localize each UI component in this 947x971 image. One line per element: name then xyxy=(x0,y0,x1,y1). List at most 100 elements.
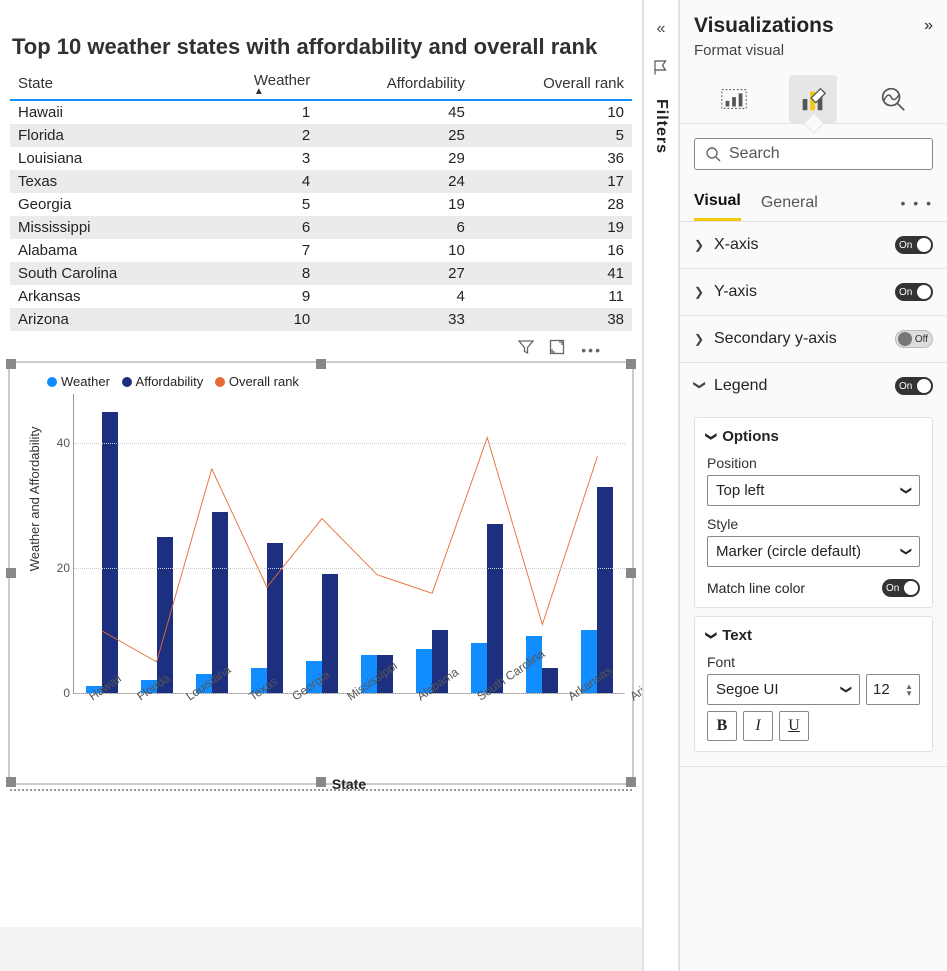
expand-chevron-icon[interactable]: » xyxy=(924,17,933,35)
toggle-match-line-color[interactable]: On xyxy=(882,579,920,597)
acc-secondary-yaxis[interactable]: ❯ Secondary y-axis Off xyxy=(680,316,947,362)
table-row[interactable]: Hawaii14510 xyxy=(10,100,632,124)
more-options-icon[interactable]: ••• xyxy=(581,342,602,358)
analytics-tab-icon[interactable] xyxy=(869,75,917,123)
search-input[interactable]: Search xyxy=(694,138,933,170)
table-cell: Arkansas xyxy=(10,285,199,308)
table-cell: 11 xyxy=(473,285,632,308)
table-row[interactable]: Georgia51928 xyxy=(10,193,632,216)
table-row[interactable]: Arkansas9411 xyxy=(10,285,632,308)
column-header[interactable]: Weather▲ xyxy=(199,68,318,100)
report-title: Top 10 weather states with affordability… xyxy=(12,34,632,60)
spinner-down-icon[interactable]: ▼ xyxy=(905,690,913,697)
toggle-xaxis[interactable]: On xyxy=(895,236,933,254)
build-visual-tab-icon[interactable] xyxy=(710,75,758,123)
resize-handle[interactable] xyxy=(6,568,16,578)
legend-item-weather[interactable]: Weather xyxy=(47,374,110,389)
bookmark-icon[interactable] xyxy=(652,58,670,79)
chevron-right-icon: ❯ xyxy=(694,332,706,346)
table-cell: 2 xyxy=(199,124,318,147)
bar-group[interactable] xyxy=(405,394,460,693)
tab-visual[interactable]: Visual xyxy=(694,184,741,221)
bar-group[interactable] xyxy=(294,394,349,693)
toggle-legend[interactable]: On xyxy=(895,377,933,395)
position-label: Position xyxy=(707,455,920,471)
table-cell: 24 xyxy=(318,170,473,193)
table-cell: 16 xyxy=(473,239,632,262)
match-line-color-label: Match line color xyxy=(707,580,805,596)
resize-handle[interactable] xyxy=(626,568,636,578)
style-select[interactable]: Marker (circle default) ❯ xyxy=(707,536,920,567)
bar-group[interactable] xyxy=(184,394,239,693)
table-cell: 29 xyxy=(318,147,473,170)
table-cell: 45 xyxy=(318,100,473,124)
toggle-yaxis[interactable]: On xyxy=(895,283,933,301)
sort-asc-icon: ▲ xyxy=(207,89,310,95)
tab-general[interactable]: General xyxy=(761,186,818,220)
italic-button[interactable]: I xyxy=(743,711,773,741)
chevron-down-icon: ❯ xyxy=(693,380,707,392)
table-row[interactable]: Mississippi6619 xyxy=(10,216,632,239)
filters-label[interactable]: Filters xyxy=(652,99,670,154)
bar-group[interactable] xyxy=(239,394,294,693)
tab-more-icon[interactable]: • • • xyxy=(901,195,933,211)
acc-legend[interactable]: ❯ Legend On xyxy=(680,363,947,409)
table-row[interactable]: Texas42417 xyxy=(10,170,632,193)
bar-group[interactable] xyxy=(129,394,184,693)
acc-yaxis[interactable]: ❯ Y-axis On xyxy=(680,269,947,315)
bar-affordability[interactable] xyxy=(102,412,118,692)
bar-group[interactable] xyxy=(349,394,404,693)
column-header[interactable]: Affordability xyxy=(318,68,473,100)
bold-button[interactable]: B xyxy=(707,711,737,741)
table-row[interactable]: Florida2255 xyxy=(10,124,632,147)
column-header[interactable]: Overall rank xyxy=(473,68,632,100)
resize-handle[interactable] xyxy=(6,777,16,787)
acc-xaxis[interactable]: ❯ X-axis On xyxy=(680,222,947,268)
y-axis-title: Weather and Affordability xyxy=(27,426,42,571)
table-cell: 5 xyxy=(473,124,632,147)
table-cell: 8 xyxy=(199,262,318,285)
column-header[interactable]: State xyxy=(10,68,199,100)
table-cell: 1 xyxy=(199,100,318,124)
table-row[interactable]: South Carolina82741 xyxy=(10,262,632,285)
table-cell: Hawaii xyxy=(10,100,199,124)
x-axis-title: State xyxy=(73,776,625,792)
bar-group[interactable] xyxy=(570,394,625,693)
combo-chart-visual[interactable]: Weather Affordability Overall rank Weath… xyxy=(10,363,632,783)
table-cell: 27 xyxy=(318,262,473,285)
bar-group[interactable] xyxy=(460,394,515,693)
table-cell: 17 xyxy=(473,170,632,193)
chevron-down-icon: ❯ xyxy=(900,547,913,556)
table-row[interactable]: Alabama71016 xyxy=(10,239,632,262)
resize-handle[interactable] xyxy=(626,777,636,787)
underline-button[interactable]: U xyxy=(779,711,809,741)
chevron-down-icon: ❯ xyxy=(840,685,853,694)
table-cell: 19 xyxy=(318,193,473,216)
data-table[interactable]: StateWeather▲AffordabilityOverall rank H… xyxy=(10,68,632,331)
legend-item-affordability[interactable]: Affordability xyxy=(122,374,204,389)
resize-handle[interactable] xyxy=(626,359,636,369)
collapse-chevron-icon[interactable]: « xyxy=(657,20,666,38)
table-cell: 5 xyxy=(199,193,318,216)
table-cell: Texas xyxy=(10,170,199,193)
bar-group[interactable] xyxy=(515,394,570,693)
search-icon xyxy=(705,146,721,162)
table-row[interactable]: Arizona103338 xyxy=(10,308,632,331)
table-cell: 6 xyxy=(318,216,473,239)
subcard-text[interactable]: ❯ Text xyxy=(707,627,920,644)
position-select[interactable]: Top left ❯ xyxy=(707,475,920,506)
table-cell: Georgia xyxy=(10,193,199,216)
toggle-secondary-yaxis[interactable]: Off xyxy=(895,330,933,348)
focus-mode-icon[interactable] xyxy=(549,339,565,358)
resize-handle[interactable] xyxy=(6,359,16,369)
pane-subtitle: Format visual xyxy=(680,42,947,69)
font-family-select[interactable]: Segoe UI ❯ xyxy=(707,674,860,705)
style-label: Style xyxy=(707,516,920,532)
filter-icon[interactable] xyxy=(518,339,534,358)
bar-group[interactable] xyxy=(74,394,129,693)
resize-handle[interactable] xyxy=(316,359,326,369)
table-row[interactable]: Louisiana32936 xyxy=(10,147,632,170)
subcard-options[interactable]: ❯ Options xyxy=(707,428,920,445)
legend-item-overall[interactable]: Overall rank xyxy=(215,374,299,389)
font-size-input[interactable]: 12 ▲▼ xyxy=(866,674,920,705)
